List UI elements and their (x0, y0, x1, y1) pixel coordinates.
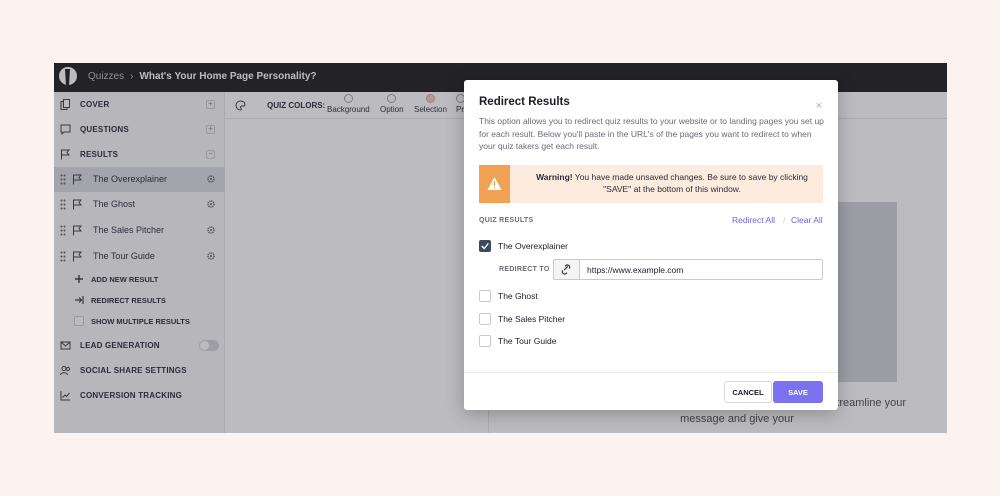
result-checkbox[interactable] (479, 335, 491, 347)
modal-description: This option allows you to redirect quiz … (479, 116, 824, 151)
warning-text: Warning! You have made unsaved changes. … (527, 171, 817, 195)
close-icon[interactable]: × (816, 100, 822, 112)
save-button[interactable]: SAVE (773, 381, 823, 403)
redirect-results-modal: Redirect Results × This option allows yo… (464, 80, 838, 410)
result-checkbox[interactable] (479, 313, 491, 325)
warning-icon-box (479, 165, 510, 203)
clear-all-link[interactable]: Clear All (791, 215, 823, 225)
link-button[interactable] (553, 259, 579, 280)
warning-bold: Warning! (536, 172, 573, 182)
result-checkbox-label: The Ghost (498, 291, 538, 301)
result-checkbox-label: The Overexplainer (498, 241, 568, 251)
cancel-button[interactable]: CANCEL (724, 381, 772, 403)
redirect-to-label: REDIRECT TO (499, 266, 550, 273)
link-icon (561, 264, 571, 275)
warning-banner: Warning! You have made unsaved changes. … (479, 165, 823, 203)
result-checkbox[interactable] (479, 290, 491, 302)
result-checkbox-label: The Tour Guide (498, 336, 557, 346)
modal-title: Redirect Results (479, 96, 570, 108)
redirect-all-link[interactable]: Redirect All (732, 215, 775, 225)
result-checkbox[interactable] (479, 240, 491, 252)
modal-footer-divider (464, 372, 838, 373)
result-checkbox-label: The Sales Pitcher (498, 314, 566, 324)
check-icon (481, 243, 489, 250)
warning-message: You have made unsaved changes. Be sure t… (572, 172, 808, 194)
link-separator: / (783, 215, 786, 225)
quiz-results-label: QUIZ RESULTS (479, 217, 534, 224)
redirect-url-input[interactable] (579, 259, 823, 280)
warning-icon (487, 177, 502, 190)
